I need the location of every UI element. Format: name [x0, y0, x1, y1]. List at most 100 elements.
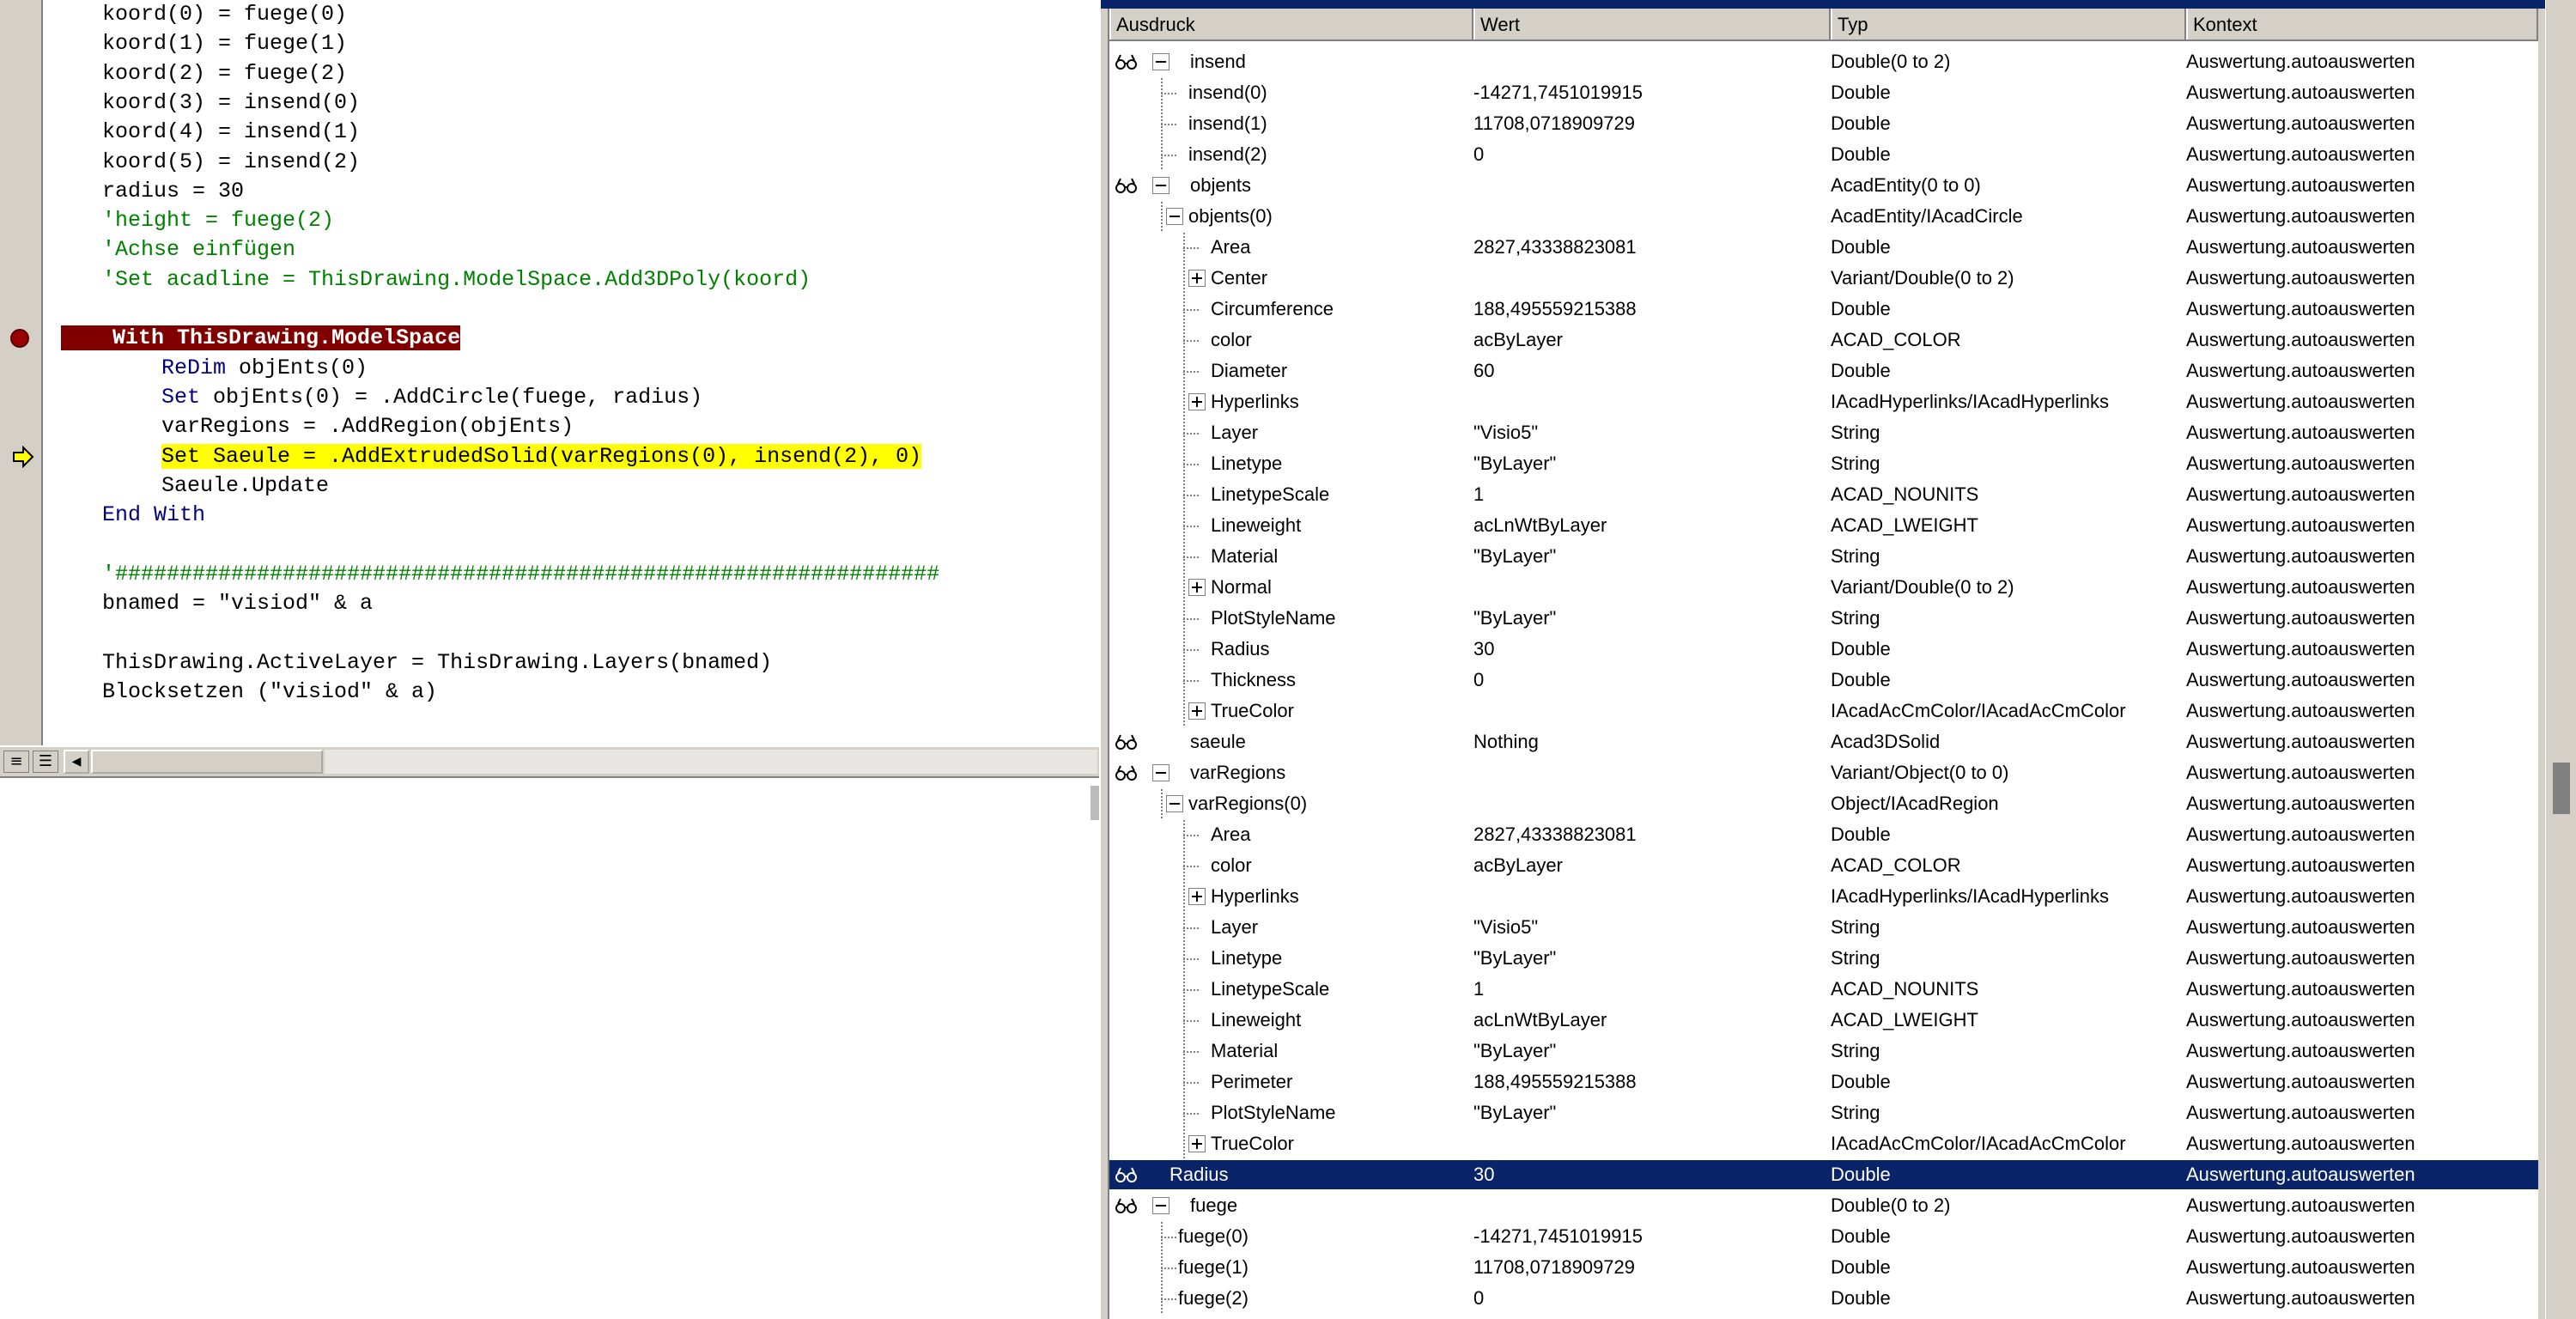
watch-row[interactable]: Perimeter 188,495559215388 Double Auswertun… [1109, 1067, 2538, 1097]
watch-value-cell[interactable]: "ByLayer" [1473, 449, 1827, 478]
watch-row[interactable]: color acByLayer ACAD_COLOR Auswertung.autoa… [1109, 325, 2538, 355]
watch-expression-cell[interactable]: color [1109, 325, 1467, 355]
expand-icon[interactable] [1188, 270, 1206, 287]
watch-row[interactable]: Hyperlinks IAcadHyperlinks/IAcadHyperlink… [1109, 882, 2538, 911]
watch-value-cell[interactable]: "ByLayer" [1473, 542, 1827, 571]
watch-row[interactable]: Circumference 188,495559215388 Double Auswe… [1109, 295, 2538, 324]
column-header-value[interactable]: Wert [1473, 9, 1831, 40]
code-line[interactable]: bnamed = "visiod" & a [102, 589, 373, 618]
watch-expression-cell[interactable]: Radius [1109, 1160, 1467, 1189]
watch-row[interactable]: TrueColor IAcadAcCmColor/IAcadAcCmColor Au… [1109, 1129, 2538, 1158]
watch-row[interactable]: fuege(1) 11708,0718909729 Double Auswertung… [1109, 1253, 2538, 1282]
watch-row[interactable]: fuege(2) 0 Double Auswertung.autoauswerten [1109, 1284, 2538, 1313]
watch-row[interactable]: Linetype "ByLayer" String Auswertung.autoau… [1109, 449, 2538, 478]
watch-row[interactable]: Normal Variant/Double(0 to 2) Auswertung.a… [1109, 573, 2538, 602]
watch-row[interactable]: Layer "Visio5" String Auswertung.autoauswer… [1109, 913, 2538, 942]
watch-expression-cell[interactable]: PlotStyleName [1109, 604, 1467, 633]
watch-row[interactable]: PlotStyleName "ByLayer" String Auswertung.a… [1109, 1098, 2538, 1128]
watch-list[interactable]: Ausdruck Wert Typ Kontext insend Double(0… [1108, 9, 2538, 1319]
watch-row[interactable]: insend(1) 11708,0718909729 Double Auswertun… [1109, 109, 2538, 138]
code-line[interactable]: 'height = fuege(2) [102, 206, 334, 235]
code-line[interactable]: Set objEnts(0) = .AddCircle(fuege, radiu… [161, 383, 702, 412]
code-line[interactable]: With ThisDrawing.ModelSpace [61, 324, 461, 353]
code-line[interactable]: koord(5) = insend(2) [102, 148, 360, 177]
expand-icon[interactable] [1188, 888, 1206, 905]
margin-indicator-bar[interactable] [0, 0, 43, 745]
watch-row[interactable]: saeule Nothing Acad3DSolid Auswertung.autoa… [1109, 727, 2538, 757]
watch-row[interactable]: fuege Double(0 to 2) Auswertung.autoauswer… [1109, 1191, 2538, 1220]
code-line[interactable]: koord(2) = fuege(2) [102, 59, 347, 88]
watch-value-cell[interactable]: 0 [1473, 666, 1827, 695]
watch-value-cell[interactable]: "Visio5" [1473, 418, 1827, 447]
watch-row[interactable]: Lineweight acLnWtByLayer ACAD_LWEIGHT Auswe… [1109, 1006, 2538, 1035]
watch-value-cell[interactable]: Nothing [1473, 727, 1827, 757]
watch-row[interactable]: Thickness 0 Double Auswertung.autoauswerten [1109, 666, 2538, 695]
code-line[interactable]: 'Set acadline = ThisDrawing.ModelSpace.A… [102, 265, 811, 295]
procedure-view-icon[interactable]: ≡ [3, 751, 29, 773]
watch-value-cell[interactable]: 1 [1473, 480, 1827, 509]
code-line[interactable]: koord(1) = fuege(1) [102, 29, 347, 58]
watch-expression-cell[interactable]: color [1109, 851, 1467, 880]
watch-expression-cell[interactable]: TrueColor [1109, 1129, 1467, 1158]
code-line[interactable]: koord(0) = fuege(0) [102, 0, 347, 29]
watch-expression-cell[interactable]: insend [1109, 47, 1467, 76]
watch-value-cell[interactable]: 30 [1473, 1160, 1827, 1189]
watch-value-cell[interactable] [1473, 387, 1827, 416]
collapse-icon[interactable] [1152, 1197, 1170, 1214]
watch-window-titlebar[interactable] [1101, 0, 2576, 9]
code-line[interactable]: Blocksetzen ("visiod" & a) [102, 678, 437, 707]
watch-expression-cell[interactable]: varRegions(0) [1109, 789, 1467, 818]
watch-value-cell[interactable] [1473, 264, 1827, 293]
code-horizontal-scrollbar[interactable]: ≡ ☰ ◀ [0, 745, 1099, 778]
watch-row[interactable]: PlotStyleName "ByLayer" String Auswertung.a… [1109, 604, 2538, 633]
watch-expression-cell[interactable]: insend(1) [1109, 109, 1467, 138]
watch-row[interactable]: Material "ByLayer" String Auswertung.autoau… [1109, 542, 2538, 571]
watch-expression-cell[interactable]: fuege(1) [1109, 1253, 1467, 1282]
watch-value-cell[interactable]: 30 [1473, 635, 1827, 664]
collapse-icon[interactable] [1166, 795, 1183, 812]
watch-value-cell[interactable]: "Visio5" [1473, 913, 1827, 942]
watch-expression-cell[interactable]: objents(0) [1109, 202, 1467, 231]
watch-expression-cell[interactable]: Linetype [1109, 944, 1467, 973]
watch-expression-cell[interactable]: Material [1109, 542, 1467, 571]
watch-row[interactable]: objents(0) AcadEntity/IAcadCircle Auswertu… [1109, 202, 2538, 231]
watch-row[interactable]: Diameter 60 Double Auswertung.autoauswerten [1109, 356, 2538, 386]
watch-expression-cell[interactable]: fuege(2) [1109, 1284, 1467, 1313]
watch-row[interactable]: Hyperlinks IAcadHyperlinks/IAcadHyperlink… [1109, 387, 2538, 416]
collapse-icon[interactable] [1152, 177, 1170, 194]
code-line[interactable]: varRegions = .AddRegion(objEnts) [161, 412, 574, 441]
scroll-left-button[interactable]: ◀ [64, 750, 89, 774]
watch-value-cell[interactable]: -14271,7451019915 [1473, 1222, 1827, 1251]
watch-expression-cell[interactable]: PlotStyleName [1109, 1098, 1467, 1128]
watch-value-cell[interactable]: 1 [1473, 975, 1827, 1004]
watch-value-cell[interactable]: 188,495559215388 [1473, 1067, 1827, 1097]
watch-value-cell[interactable] [1473, 882, 1827, 911]
watch-row[interactable]: varRegions Variant/Object(0 to 0) Auswertu… [1109, 758, 2538, 787]
scroll-grip[interactable] [2553, 763, 2570, 814]
watch-value-cell[interactable] [1473, 789, 1827, 818]
watch-expression-cell[interactable]: Radius [1109, 635, 1467, 664]
watch-row[interactable]: Center Variant/Double(0 to 2) Auswertung.a… [1109, 264, 2538, 293]
collapse-icon[interactable] [1166, 208, 1183, 225]
watch-expression-cell[interactable]: Thickness [1109, 666, 1467, 695]
watch-value-cell[interactable]: "ByLayer" [1473, 1098, 1827, 1128]
watch-expression-cell[interactable]: fuege [1109, 1191, 1467, 1220]
code-line[interactable]: ReDim objEnts(0) [161, 354, 368, 383]
watch-row[interactable]: varRegions(0) Object/IAcadRegion Auswertun… [1109, 789, 2538, 818]
watch-vertical-scrollbar[interactable] [2545, 0, 2576, 1319]
pane-splitter[interactable] [1091, 786, 1099, 820]
watch-value-cell[interactable] [1473, 171, 1827, 200]
full-module-view-icon[interactable]: ☰ [33, 751, 58, 773]
watch-value-cell[interactable]: 60 [1473, 356, 1827, 386]
watch-value-cell[interactable] [1473, 573, 1827, 602]
watch-row[interactable]: TrueColor IAcadAcCmColor/IAcadAcCmColor Au… [1109, 696, 2538, 726]
watch-expression-cell[interactable]: Hyperlinks [1109, 387, 1467, 416]
watch-row[interactable]: Radius 30 Double Auswertung.autoauswerten [1109, 1160, 2538, 1189]
code-line[interactable]: Saeule.Update [161, 471, 329, 501]
code-line[interactable]: radius = 30 [102, 177, 244, 206]
expand-icon[interactable] [1188, 702, 1206, 720]
watch-expression-cell[interactable]: Diameter [1109, 356, 1467, 386]
watch-expression-cell[interactable]: Lineweight [1109, 511, 1467, 540]
watch-expression-cell[interactable]: Area [1109, 820, 1467, 849]
watch-value-cell[interactable] [1473, 1191, 1827, 1220]
